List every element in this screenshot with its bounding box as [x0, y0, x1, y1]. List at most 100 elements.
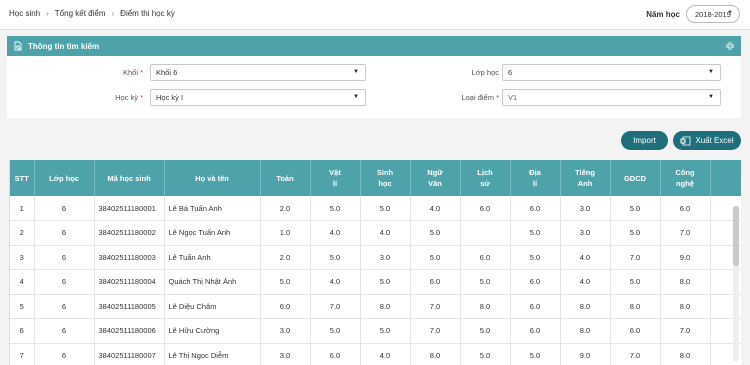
- table-cell: 4.0: [310, 220, 361, 246]
- table-cell: 8.0: [660, 269, 711, 295]
- table-cell: 6: [34, 220, 95, 246]
- khoi-label: Khối *: [122, 68, 143, 77]
- table-cell: 5.0: [410, 220, 461, 246]
- table-cell: 5: [10, 294, 35, 319]
- table-cell: 6.0: [260, 294, 311, 319]
- top-bar: Học sinh › Tổng kết điểm › Điểm thi học …: [0, 0, 750, 30]
- column-header-text: nghệ: [676, 179, 694, 188]
- table-cell: 8.0: [460, 294, 511, 319]
- loai-diem-label: Loại điểm *: [461, 93, 499, 102]
- table-cell: Quách Thị Nhật Ánh: [164, 269, 261, 295]
- table-cell: 2: [10, 220, 35, 246]
- column-header-text: GDCD: [623, 173, 647, 183]
- loai-diem-value: V1: [508, 93, 518, 102]
- table-cell: 8.0: [560, 294, 611, 319]
- column-header: GDCD: [610, 160, 661, 196]
- breadcrumb-item-tong-ket-diem[interactable]: Tổng kết điểm: [55, 9, 106, 18]
- column-header: Lớp học: [34, 160, 95, 196]
- table-row[interactable]: 2 6 38402511180002 Lê Ngọc Tuấn Anh 1.0 4.0 4.…: [10, 220, 741, 246]
- chevron-right-icon: ›: [111, 9, 115, 18]
- table-cell: 38402511180003: [94, 245, 165, 270]
- column-header: Vật lí: [310, 160, 361, 196]
- table-cell: 6: [34, 294, 95, 319]
- table-cell: 4.0: [560, 269, 611, 295]
- table-cell: 8.0: [410, 343, 461, 365]
- table-cell: 8.0: [660, 343, 711, 365]
- table-cell: 7.0: [310, 294, 361, 319]
- table-cell: 8.0: [360, 294, 411, 319]
- table-cell: 3.0: [260, 343, 311, 365]
- table-cell: 3.0: [560, 220, 611, 246]
- breadcrumb: Học sinh › Tổng kết điểm › Điểm thi học …: [9, 9, 175, 18]
- school-year-selector: Năm học 2018-2019 ▼: [646, 5, 740, 23]
- lop-hoc-value: 6: [508, 68, 513, 77]
- export-excel-button[interactable]: Xuất Excel: [673, 131, 741, 150]
- column-header-text: Họ và tên: [195, 173, 229, 183]
- table-cell: 38402511180001: [94, 196, 165, 221]
- scrollbar-thumb[interactable]: [733, 206, 739, 266]
- column-header: Công nghệ: [660, 160, 711, 196]
- table-header-row: STT Lớp học Mã học sinh Họ và tên Toán Vật lí S…: [10, 160, 741, 196]
- search-panel: Thông tin tìm kiếm Khối * Khối 6 ▼ Lớp h…: [7, 36, 741, 118]
- column-header-text: Ngữ: [427, 168, 443, 177]
- score-table: STT Lớp học Mã học sinh Họ và tên Toán Vật lí S…: [10, 160, 741, 365]
- column-header-text: lí: [532, 179, 538, 188]
- column-header-text: lí: [332, 179, 338, 188]
- table-cell: 6.0: [510, 294, 561, 319]
- column-header-text: Anh: [577, 179, 593, 188]
- table-row[interactable]: 3 6 38402511180003 Lê Tuấn Anh 2.0 5.0 3.0 5.0 6…: [10, 245, 741, 270]
- table-row[interactable]: 4 6 38402511180004 Quách Thị Nhật Ánh 5.0 4.0…: [10, 269, 741, 295]
- vertical-scrollbar[interactable]: [733, 206, 739, 361]
- table-row[interactable]: 1 6 38402511180001 Lê Bá Tuấn Anh 2.0 5.0 5.0 4…: [10, 196, 741, 221]
- loai-diem-select[interactable]: V1 ▼: [502, 89, 721, 106]
- column-header: Tìdụ: [710, 160, 741, 196]
- table-cell: 7.0: [660, 318, 711, 344]
- table-cell: 6.0: [460, 196, 511, 221]
- table-cell: 6.0: [410, 269, 461, 295]
- table-cell: 8.0: [660, 294, 711, 319]
- hoc-ky-select[interactable]: Học kỳ I ▼: [150, 89, 366, 106]
- table-cell: 2.0: [260, 245, 311, 270]
- table-row[interactable]: 5 6 38402511180005 Lê Diệu Châm 6.0 7.0 8.0 7.0…: [10, 294, 741, 319]
- table-cell: 5.0: [610, 196, 661, 221]
- search-document-icon: [14, 41, 22, 51]
- table-cell: 5.0: [260, 269, 311, 295]
- import-button[interactable]: Import: [621, 131, 668, 150]
- school-year-dropdown[interactable]: 2018-2019 ▼: [686, 5, 740, 23]
- table-cell: 5.0: [360, 196, 411, 221]
- table-cell: 6: [34, 318, 95, 344]
- table-cell: 6.0: [510, 269, 561, 295]
- table-cell: 6.0: [310, 343, 361, 365]
- column-header-text: Sinh: [376, 168, 394, 177]
- table-row[interactable]: 7 6 38402511180007 Lê Thị Ngọc Diễm 3.0 6.0 4.…: [10, 343, 741, 365]
- table-cell: 6: [10, 318, 35, 344]
- table-cell: 7.0: [610, 245, 661, 270]
- caret-down-icon: ▼: [353, 69, 359, 75]
- caret-down-icon: ▼: [708, 94, 714, 100]
- table-cell: 5.0: [610, 220, 661, 246]
- table-cell: 38402511180005: [94, 294, 165, 319]
- column-header-text: Tiếng: [575, 168, 595, 177]
- column-header-text: STT: [14, 173, 29, 183]
- table-cell: 4.0: [360, 220, 411, 246]
- table-row[interactable]: 6 6 38402511180006 Lê Hữu Cường 3.0 5.0 5.0 7.0…: [10, 318, 741, 344]
- table-cell: 5.0: [310, 196, 361, 221]
- column-header-text: Công: [675, 168, 695, 177]
- column-header: Toán: [260, 160, 311, 196]
- collapse-icon[interactable]: [725, 41, 735, 51]
- breadcrumb-item-hoc-sinh[interactable]: Học sinh: [9, 9, 40, 18]
- breadcrumb-item-diem-thi-hoc-ky: Điểm thi học kỳ: [120, 9, 175, 18]
- table-cell: 6.0: [610, 318, 661, 344]
- table-cell: Lê Bá Tuấn Anh: [164, 196, 261, 221]
- khoi-select[interactable]: Khối 6 ▼: [150, 64, 366, 81]
- column-header-text: Vật: [329, 168, 341, 177]
- lop-hoc-select[interactable]: 6 ▼: [502, 64, 721, 81]
- table-cell: 6: [34, 245, 95, 270]
- table-cell: 4.0: [560, 245, 611, 270]
- export-excel-button-label: Xuất Excel: [695, 136, 734, 145]
- table-cell: 2.0: [260, 196, 311, 221]
- table-cell: 5.0: [510, 343, 561, 365]
- caret-down-icon: ▼: [708, 69, 714, 75]
- table-cell: 6: [34, 196, 95, 221]
- table-cell: 38402511180006: [94, 318, 165, 344]
